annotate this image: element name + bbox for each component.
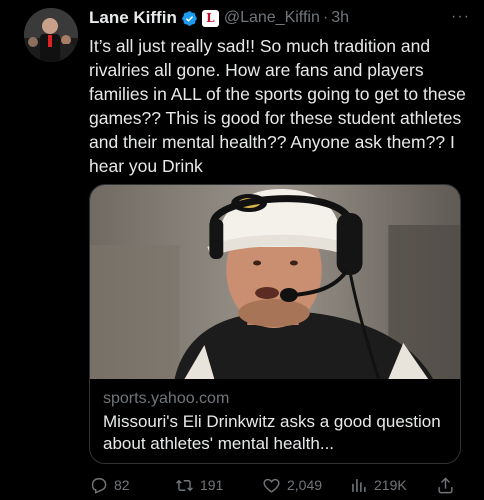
views-icon (352, 478, 366, 492)
tweet-text: It’s all just really sad!! So much tradi… (89, 36, 471, 176)
verified-badge-icon (182, 10, 197, 26)
view-count: 219K (374, 477, 407, 493)
like-count: 2,049 (287, 477, 323, 493)
card-image (90, 185, 460, 379)
retweet-button[interactable]: 191 (175, 476, 223, 495)
tweet-header: Lane Kiffin L @Lane_Kiffin · 3h ··· (89, 6, 470, 30)
retweet-count: 191 (200, 477, 224, 493)
card-domain: sports.yahoo.com (103, 390, 230, 407)
card-body: sports.yahoo.com Missouri's Eli Drinkwit… (90, 379, 460, 455)
separator-dot: · (322, 9, 329, 26)
link-preview-card[interactable]: sports.yahoo.com Missouri's Eli Drinkwit… (89, 184, 461, 464)
more-options-icon[interactable]: ··· (451, 8, 470, 26)
avatar-image (24, 8, 78, 62)
tweet-actions: 82 191 2,049 219K (89, 474, 461, 496)
tweet-timestamp[interactable]: 3h (331, 9, 349, 27)
author-avatar[interactable] (24, 8, 78, 62)
views-button[interactable]: 219K (349, 476, 407, 495)
card-title: Missouri's Eli Drinkwitz asks a good que… (103, 412, 441, 453)
author-handle[interactable]: @Lane_Kiffin (224, 9, 320, 27)
like-button[interactable]: 2,049 (262, 476, 322, 495)
retweet-icon (176, 479, 193, 491)
affiliation-badge[interactable]: L (201, 9, 219, 27)
author-name[interactable]: Lane Kiffin (89, 8, 177, 28)
reply-icon (91, 477, 107, 494)
heart-icon (263, 478, 280, 493)
share-button[interactable] (436, 476, 461, 495)
reply-count: 82 (114, 477, 130, 493)
reply-button[interactable]: 82 (89, 476, 130, 495)
share-icon (438, 476, 453, 493)
